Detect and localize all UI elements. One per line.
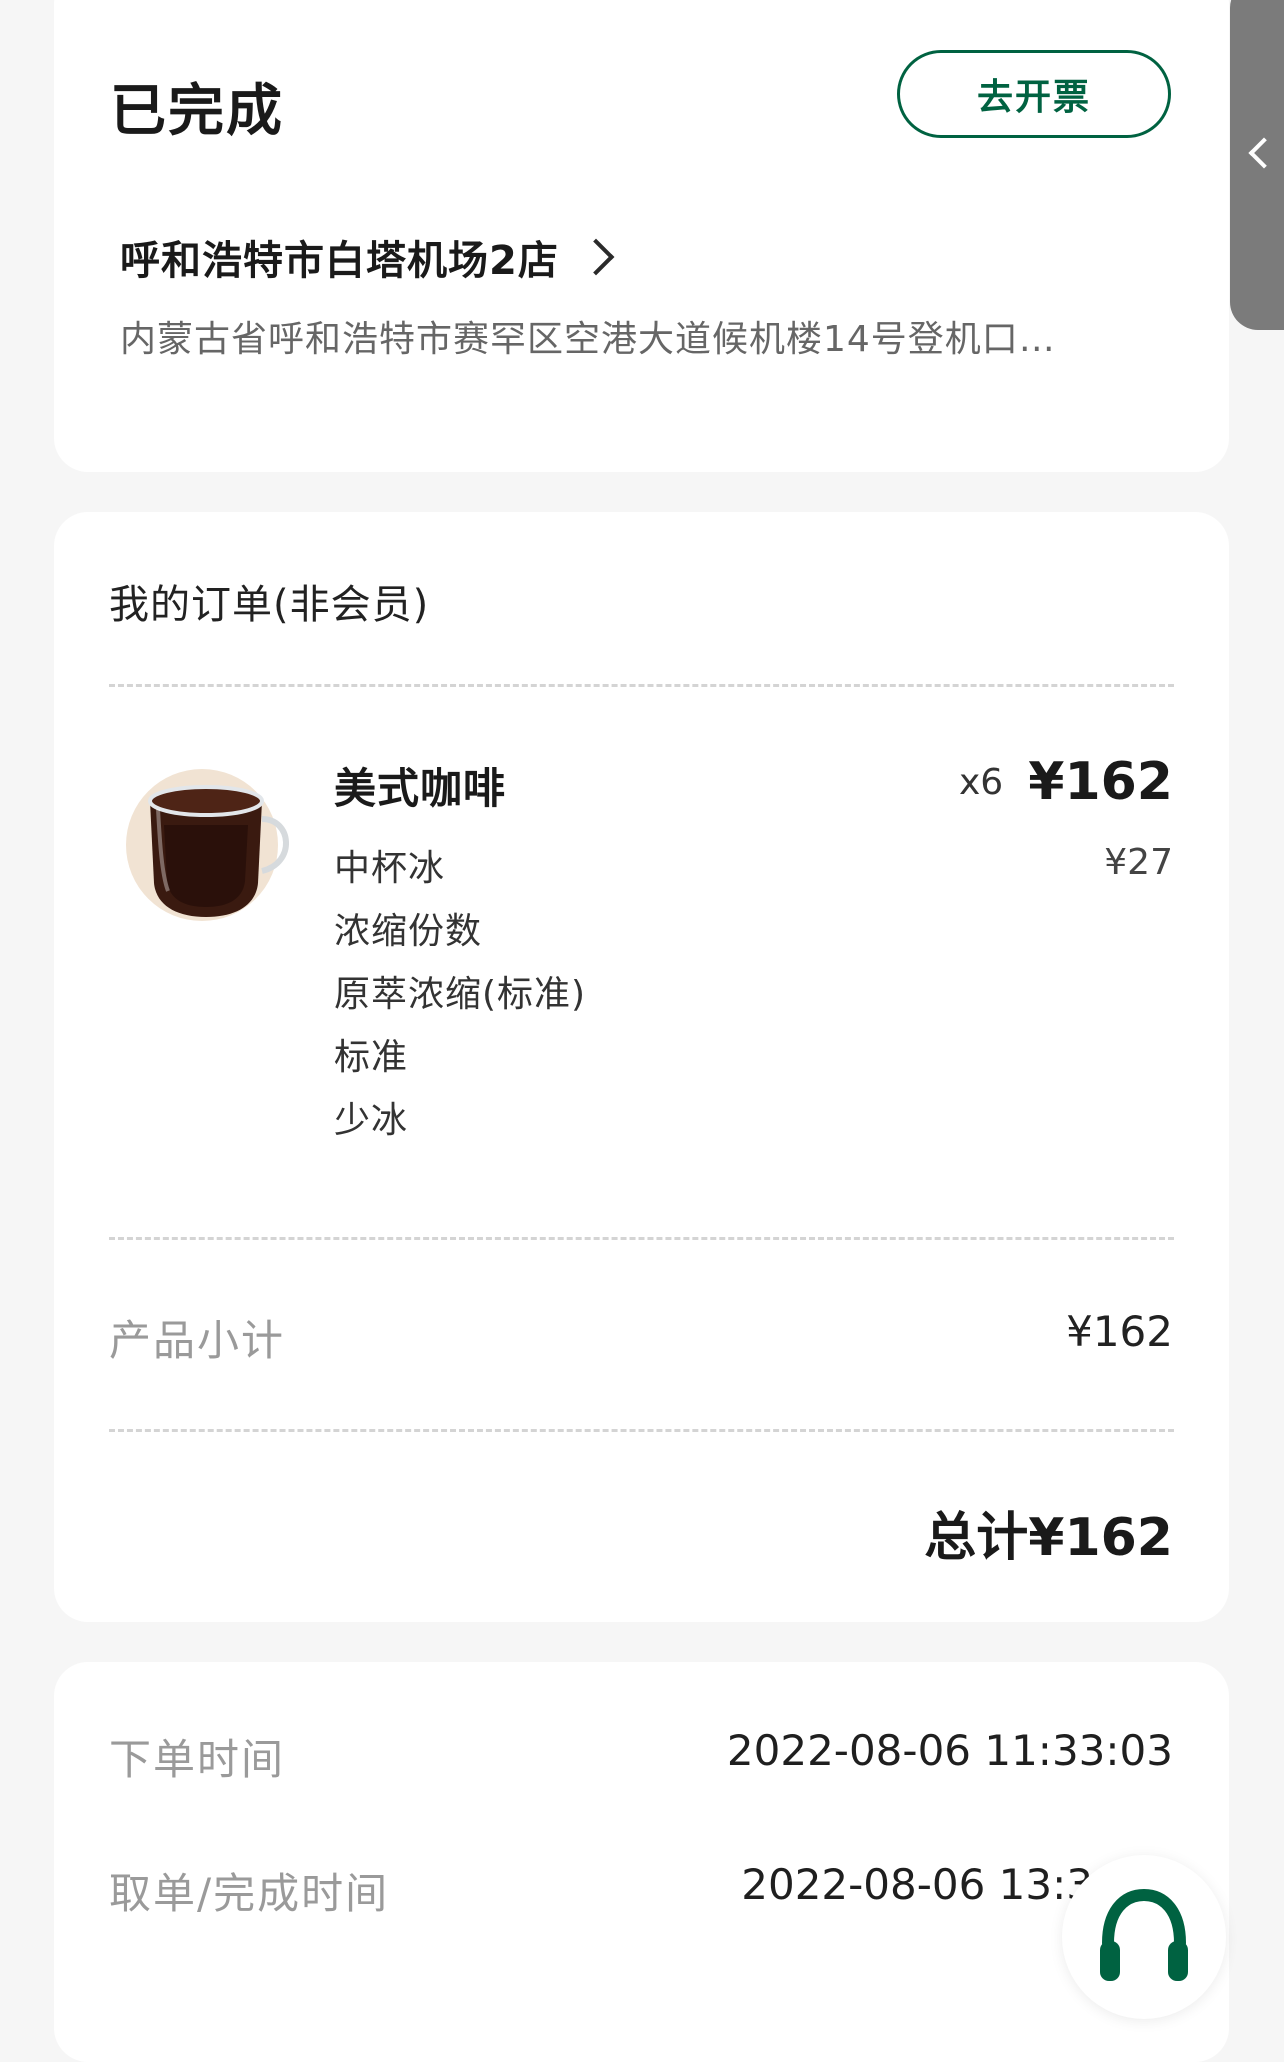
product-spec: 浓缩份数 <box>334 911 483 952</box>
order-total: 总计¥162 <box>924 1508 1173 1568</box>
product-price: ¥162 <box>1028 752 1173 812</box>
product-name: 美式咖啡 <box>334 764 507 813</box>
store-name: 呼和浩特市白塔机场2店 <box>120 238 559 284</box>
product-spec: 中杯冰 <box>334 848 446 889</box>
side-panel-tab[interactable] <box>1230 0 1284 330</box>
order-time-value: 2022-08-06 11:33:03 <box>726 1726 1173 1775</box>
order-time-label: 下单时间 <box>109 1735 286 1784</box>
divider <box>109 1237 1174 1240</box>
product-unit-price: ¥27 <box>1104 842 1173 883</box>
order-details-card: 我的订单(非会员) 美式咖啡 x6 ¥162 ¥27 中杯冰 浓缩份数 原萃浓缩… <box>54 512 1229 1622</box>
coffee-cup-image <box>126 769 289 921</box>
order-status-title: 已完成 <box>110 79 284 144</box>
product-spec: 原萃浓缩(标准) <box>334 974 587 1015</box>
order-heading: 我的订单(非会员) <box>109 582 430 628</box>
chevron-right-icon <box>577 238 615 276</box>
invoice-button[interactable]: 去开票 <box>897 50 1171 138</box>
product-spec-list: 中杯冰 浓缩份数 原萃浓缩(标准) 标准 少冰 <box>334 837 586 1152</box>
order-times-card: 下单时间 2022-08-06 11:33:03 取单/完成时间 2022-08… <box>54 1662 1229 2062</box>
subtotal-value: ¥162 <box>1066 1307 1173 1356</box>
complete-time-label: 取单/完成时间 <box>109 1869 390 1918</box>
product-quantity: x6 <box>959 762 1004 803</box>
product-spec: 少冰 <box>334 1100 409 1141</box>
store-address: 内蒙古省呼和浩特市赛罕区空港大道候机楼14号登机口… <box>120 319 1056 360</box>
chevron-left-icon <box>1248 137 1280 169</box>
divider <box>109 1429 1174 1432</box>
divider <box>109 684 1174 687</box>
complete-time-value: 2022-08-06 13:3 <box>741 1860 1093 1909</box>
store-link[interactable]: 呼和浩特市白塔机场2店 <box>120 228 615 286</box>
order-status-card: 已完成 去开票 呼和浩特市白塔机场2店 内蒙古省呼和浩特市赛罕区空港大道候机楼1… <box>54 0 1229 472</box>
customer-service-button[interactable] <box>1062 1855 1226 2019</box>
headset-icon <box>1100 1888 1188 1981</box>
subtotal-label: 产品小计 <box>109 1316 286 1365</box>
product-spec: 标准 <box>334 1037 409 1078</box>
